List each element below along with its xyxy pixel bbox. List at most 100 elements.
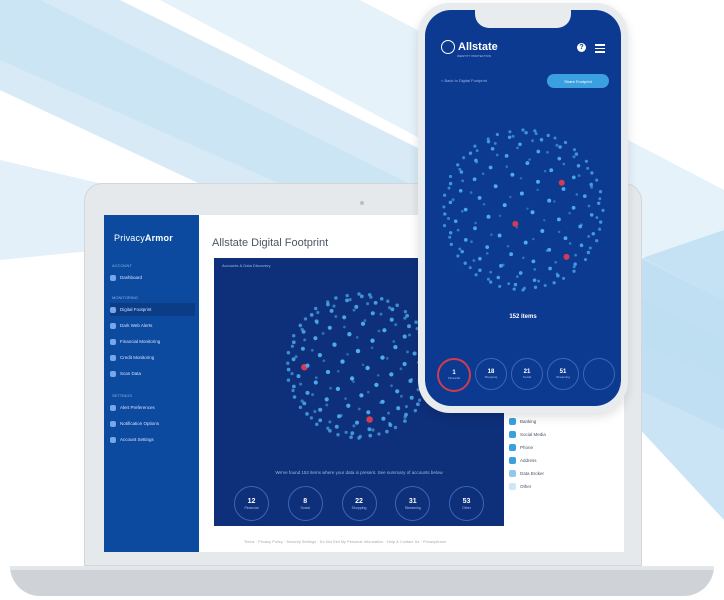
footprint-dot	[366, 302, 370, 306]
phone: Allstate IDENTITY PROTECTION ? < Back to…	[418, 3, 628, 413]
footprint-dot	[521, 128, 525, 132]
footprint-dot	[386, 299, 390, 303]
footprint-dot	[405, 313, 409, 318]
footprint-dot	[474, 221, 477, 225]
sidebar-item-financial[interactable]: Financial Monitoring	[110, 335, 195, 348]
footprint-dot	[526, 207, 529, 210]
back-link[interactable]: < Back to Digital Footprint	[441, 78, 487, 83]
sidebar-item-notification[interactable]: Notification Options	[110, 417, 195, 430]
footprint-dot	[314, 319, 319, 324]
footprint-dot	[493, 184, 497, 187]
sidebar-item-scan[interactable]: Scan Data	[110, 367, 195, 380]
legend-swatch	[509, 418, 516, 425]
footprint-dot	[345, 293, 349, 298]
legend-label: Phone	[520, 445, 534, 450]
footprint-dot	[368, 433, 373, 438]
legend-item[interactable]: Phone	[509, 441, 546, 454]
legend-item[interactable]: Banking	[509, 415, 546, 428]
sidebar-item-dark-web[interactable]: Dark Web Alerts	[110, 319, 195, 332]
footprint-dot	[547, 247, 552, 252]
footprint-dot	[334, 424, 339, 429]
footprint-dot	[475, 149, 479, 153]
footprint-dot	[379, 296, 384, 301]
footprint-dot	[318, 418, 323, 423]
footprint-dot	[448, 181, 453, 186]
sidebar-item-label: Dark Web Alerts	[120, 323, 153, 328]
footprint-dot	[286, 350, 291, 355]
footprint-dot	[531, 139, 534, 143]
credit-icon	[110, 354, 116, 361]
footprint-dot	[309, 416, 314, 420]
phone-stat-financial[interactable]: 1 Financial	[437, 358, 471, 392]
legend-item[interactable]: Address	[509, 454, 546, 467]
sidebar-section-monitoring: Monitoring	[112, 295, 138, 300]
footprint-dot	[303, 338, 307, 342]
stat-label: Shopping	[351, 505, 367, 510]
sidebar-item-digital-footprint[interactable]: Digital Footprint	[110, 303, 195, 316]
share-button[interactable]: Share Footprint	[547, 74, 609, 88]
stat-shopping[interactable]: 22 Shopping	[341, 486, 377, 521]
sidebar-item-alert-preferences[interactable]: Alert Preferences	[110, 401, 195, 414]
footprint-dot	[539, 138, 544, 142]
legend-swatch	[509, 457, 516, 464]
footprint-dot	[518, 271, 523, 275]
footprint-dot	[531, 259, 536, 264]
help-icon[interactable]: ?	[577, 43, 586, 52]
sidebar-item-account-settings[interactable]: Account Settings	[110, 433, 195, 446]
footprint-dot	[348, 298, 352, 302]
footprint-dot	[413, 408, 418, 413]
footprint-dot	[346, 403, 351, 408]
sidebar: PrivacyArmor Account Dashboard Monitorin…	[104, 215, 199, 552]
footprint-dot	[458, 247, 462, 251]
legend-label: Banking	[520, 419, 537, 424]
stat-financial[interactable]: 12 Financial	[234, 486, 269, 521]
allstate-logo[interactable]: Allstate	[441, 40, 498, 54]
footprint-dot	[522, 286, 527, 290]
footprint-dot	[402, 361, 407, 367]
legend-item[interactable]: Social Media	[509, 428, 546, 441]
logo-tagline: IDENTITY PROTECTION	[457, 54, 492, 58]
alert-dot	[558, 179, 565, 186]
footprint-dot	[512, 287, 516, 291]
legend-item[interactable]: Data Broker	[509, 467, 546, 480]
menu-icon[interactable]	[595, 44, 605, 55]
brand-logo: PrivacyArmor	[114, 233, 173, 243]
allstate-hands-icon	[441, 40, 455, 54]
stat-social[interactable]: 8 Social	[287, 486, 323, 521]
footprint-dot	[313, 306, 318, 311]
footprint-dot	[381, 416, 386, 421]
footprint-dot	[481, 172, 485, 176]
footprint-dot	[515, 275, 519, 278]
phone-stat-more[interactable]	[583, 358, 615, 390]
footprint-dot	[344, 430, 348, 435]
footprint-dot	[584, 159, 589, 163]
footprint-dot	[528, 158, 531, 161]
sidebar-section-account: Account	[112, 263, 132, 268]
footprint-dot	[463, 238, 468, 242]
footprint-dot	[291, 357, 296, 362]
phone-stat-shopping[interactable]: 18 Shopping	[475, 358, 507, 390]
stat-streaming[interactable]: 31 Streaming	[395, 486, 431, 521]
footprint-dot	[352, 424, 356, 428]
phone-footprint-sphere[interactable]	[425, 118, 621, 308]
footprint-dot	[448, 235, 452, 239]
footprint-dot	[486, 214, 491, 219]
footprint-dot	[546, 133, 550, 138]
footprint-dot	[462, 156, 466, 160]
footprint-dot	[332, 304, 336, 308]
footprint-dot	[496, 275, 501, 280]
footprint-dot	[365, 365, 370, 371]
footprint-dot	[349, 376, 355, 381]
stat-other[interactable]: 53 Other	[449, 486, 484, 521]
footprint-dot	[290, 344, 295, 348]
phone-stat-social[interactable]: 21 Social	[511, 358, 543, 390]
legend-item[interactable]: Other	[509, 480, 546, 493]
footer-links[interactable]: Terms · Privacy Policy · Security Settin…	[244, 540, 447, 544]
sidebar-item-credit[interactable]: Credit Monitoring	[110, 351, 195, 364]
footprint-dot	[303, 317, 308, 321]
footprint-dot	[598, 190, 603, 194]
footprint-dot	[588, 246, 592, 250]
footprint-dot	[329, 386, 332, 390]
phone-stat-streaming[interactable]: 51 Streaming	[547, 358, 579, 390]
sidebar-item-dashboard[interactable]: Dashboard	[110, 271, 195, 284]
